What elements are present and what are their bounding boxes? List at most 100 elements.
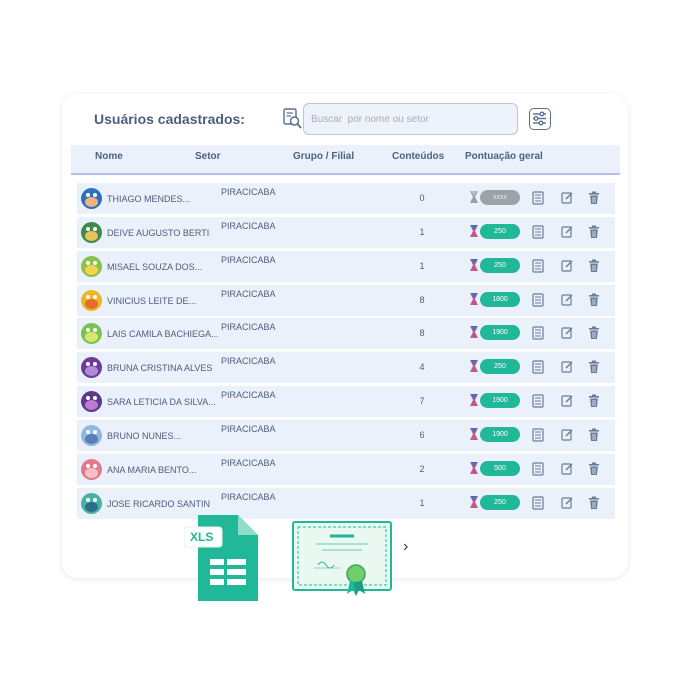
- table-row[interactable]: LAIS CAMILA BACHIEGA... PIRACICABA 8 190…: [77, 318, 615, 349]
- trophy-icon: [469, 325, 479, 339]
- avatar: [81, 357, 102, 378]
- trophy-icon: [469, 427, 479, 441]
- table-row[interactable]: THIAGO MENDES... PIRACICABA 0 xxxx: [77, 183, 615, 214]
- user-name[interactable]: JOSE RICARDO SANTIN: [107, 499, 210, 509]
- content-count: 0: [419, 193, 425, 203]
- avatar: [81, 222, 102, 243]
- edit-icon[interactable]: [561, 462, 573, 476]
- avatar: [81, 323, 102, 344]
- column-header-grupo[interactable]: Grupo / Filial: [293, 151, 354, 162]
- avatar: [81, 459, 102, 480]
- document-icon[interactable]: [532, 191, 544, 205]
- trophy-icon: [469, 393, 479, 407]
- table-row[interactable]: BRUNO NUNES... PIRACICABA 6 1900: [77, 420, 615, 451]
- user-name[interactable]: ANA MARIA BENTO...: [107, 465, 196, 475]
- filter-sliders-icon: [533, 111, 546, 126]
- content-count: 8: [419, 295, 425, 305]
- content-count: 2: [419, 464, 425, 474]
- document-icon[interactable]: [532, 394, 544, 408]
- edit-icon[interactable]: [561, 191, 573, 205]
- trophy-icon: [469, 190, 479, 204]
- edit-icon[interactable]: [561, 225, 573, 239]
- avatar: [81, 493, 102, 514]
- trophy-icon: [469, 461, 479, 475]
- user-setor: PIRACICABA: [221, 356, 276, 366]
- user-setor: PIRACICABA: [221, 390, 276, 400]
- xls-export-icon[interactable]: XLS: [183, 515, 258, 601]
- document-icon[interactable]: [532, 225, 544, 239]
- user-name[interactable]: THIAGO MENDES...: [107, 194, 190, 204]
- table-row[interactable]: SARA LETICIA DA SILVA... PIRACICABA 7 19…: [77, 386, 615, 417]
- trash-icon[interactable]: [588, 326, 600, 340]
- edit-icon[interactable]: [561, 496, 573, 510]
- table-row[interactable]: JOSE RICARDO SANTIN PIRACICABA 1 250: [77, 488, 615, 519]
- document-icon[interactable]: [532, 462, 544, 476]
- chevron-right-icon[interactable]: ›: [403, 538, 408, 556]
- document-icon[interactable]: [532, 496, 544, 510]
- document-icon[interactable]: [532, 293, 544, 307]
- table-row[interactable]: ANA MARIA BENTO... PIRACICABA 2 500: [77, 454, 615, 485]
- score-badge: 1900: [480, 325, 520, 340]
- search-input[interactable]: [303, 103, 518, 135]
- user-name[interactable]: MISAEL SOUZA DOS...: [107, 262, 202, 272]
- user-name[interactable]: LAIS CAMILA BACHIEGA...: [107, 329, 219, 339]
- content-count: 4: [419, 362, 425, 372]
- avatar: [81, 290, 102, 311]
- edit-icon[interactable]: [561, 259, 573, 273]
- edit-icon[interactable]: [561, 428, 573, 442]
- user-name[interactable]: BRUNA CRISTINA ALVES: [107, 363, 212, 373]
- column-header-conteudos[interactable]: Conteúdos: [392, 151, 444, 162]
- document-icon[interactable]: [532, 259, 544, 273]
- trash-icon[interactable]: [588, 462, 600, 476]
- user-name[interactable]: DEIVE AUGUSTO BERTI: [107, 228, 209, 238]
- trash-icon[interactable]: [588, 496, 600, 510]
- content-count: 7: [419, 396, 425, 406]
- search-icon[interactable]: [283, 108, 303, 130]
- certificate-icon[interactable]: [292, 520, 394, 600]
- score-badge: 1900: [480, 427, 520, 442]
- document-icon[interactable]: [532, 326, 544, 340]
- edit-icon[interactable]: [561, 394, 573, 408]
- avatar: [81, 256, 102, 277]
- score-badge: 1800: [480, 292, 520, 307]
- column-header-setor[interactable]: Setor: [195, 151, 221, 162]
- trash-icon[interactable]: [588, 360, 600, 374]
- trash-icon[interactable]: [588, 428, 600, 442]
- score-badge: xxxx: [480, 190, 520, 205]
- trophy-icon: [469, 258, 479, 272]
- trash-icon[interactable]: [588, 293, 600, 307]
- trash-icon[interactable]: [588, 191, 600, 205]
- avatar: [81, 188, 102, 209]
- column-header-name[interactable]: Nome: [95, 151, 123, 162]
- avatar: [81, 391, 102, 412]
- trophy-icon: [469, 359, 479, 373]
- score-badge: 250: [480, 224, 520, 239]
- user-setor: PIRACICABA: [221, 424, 276, 434]
- user-name[interactable]: SARA LETICIA DA SILVA...: [107, 397, 216, 407]
- score-badge: 1900: [480, 393, 520, 408]
- table-row[interactable]: VINICIUS LEITE DE... PIRACICABA 8 1800: [77, 285, 615, 316]
- edit-icon[interactable]: [561, 293, 573, 307]
- trash-icon[interactable]: [588, 259, 600, 273]
- column-header-pontuacao[interactable]: Pontuação geral: [465, 151, 543, 162]
- user-setor: PIRACICABA: [221, 458, 276, 468]
- table-row[interactable]: MISAEL SOUZA DOS... PIRACICABA 1 250: [77, 251, 615, 282]
- trash-icon[interactable]: [588, 394, 600, 408]
- table-row[interactable]: BRUNA CRISTINA ALVES PIRACICABA 4 250: [77, 352, 615, 383]
- content-count: 8: [419, 328, 425, 338]
- content-count: 1: [419, 227, 425, 237]
- edit-icon[interactable]: [561, 360, 573, 374]
- content-count: 1: [419, 498, 425, 508]
- trophy-icon: [469, 495, 479, 509]
- trash-icon[interactable]: [588, 225, 600, 239]
- avatar: [81, 425, 102, 446]
- user-name[interactable]: BRUNO NUNES...: [107, 431, 181, 441]
- edit-icon[interactable]: [561, 326, 573, 340]
- user-setor: PIRACICABA: [221, 255, 276, 265]
- table-row[interactable]: DEIVE AUGUSTO BERTI PIRACICABA 1 250: [77, 217, 615, 248]
- document-icon[interactable]: [532, 428, 544, 442]
- document-icon[interactable]: [532, 360, 544, 374]
- score-badge: 250: [480, 495, 520, 510]
- filter-button[interactable]: [529, 108, 551, 130]
- user-name[interactable]: VINICIUS LEITE DE...: [107, 296, 196, 306]
